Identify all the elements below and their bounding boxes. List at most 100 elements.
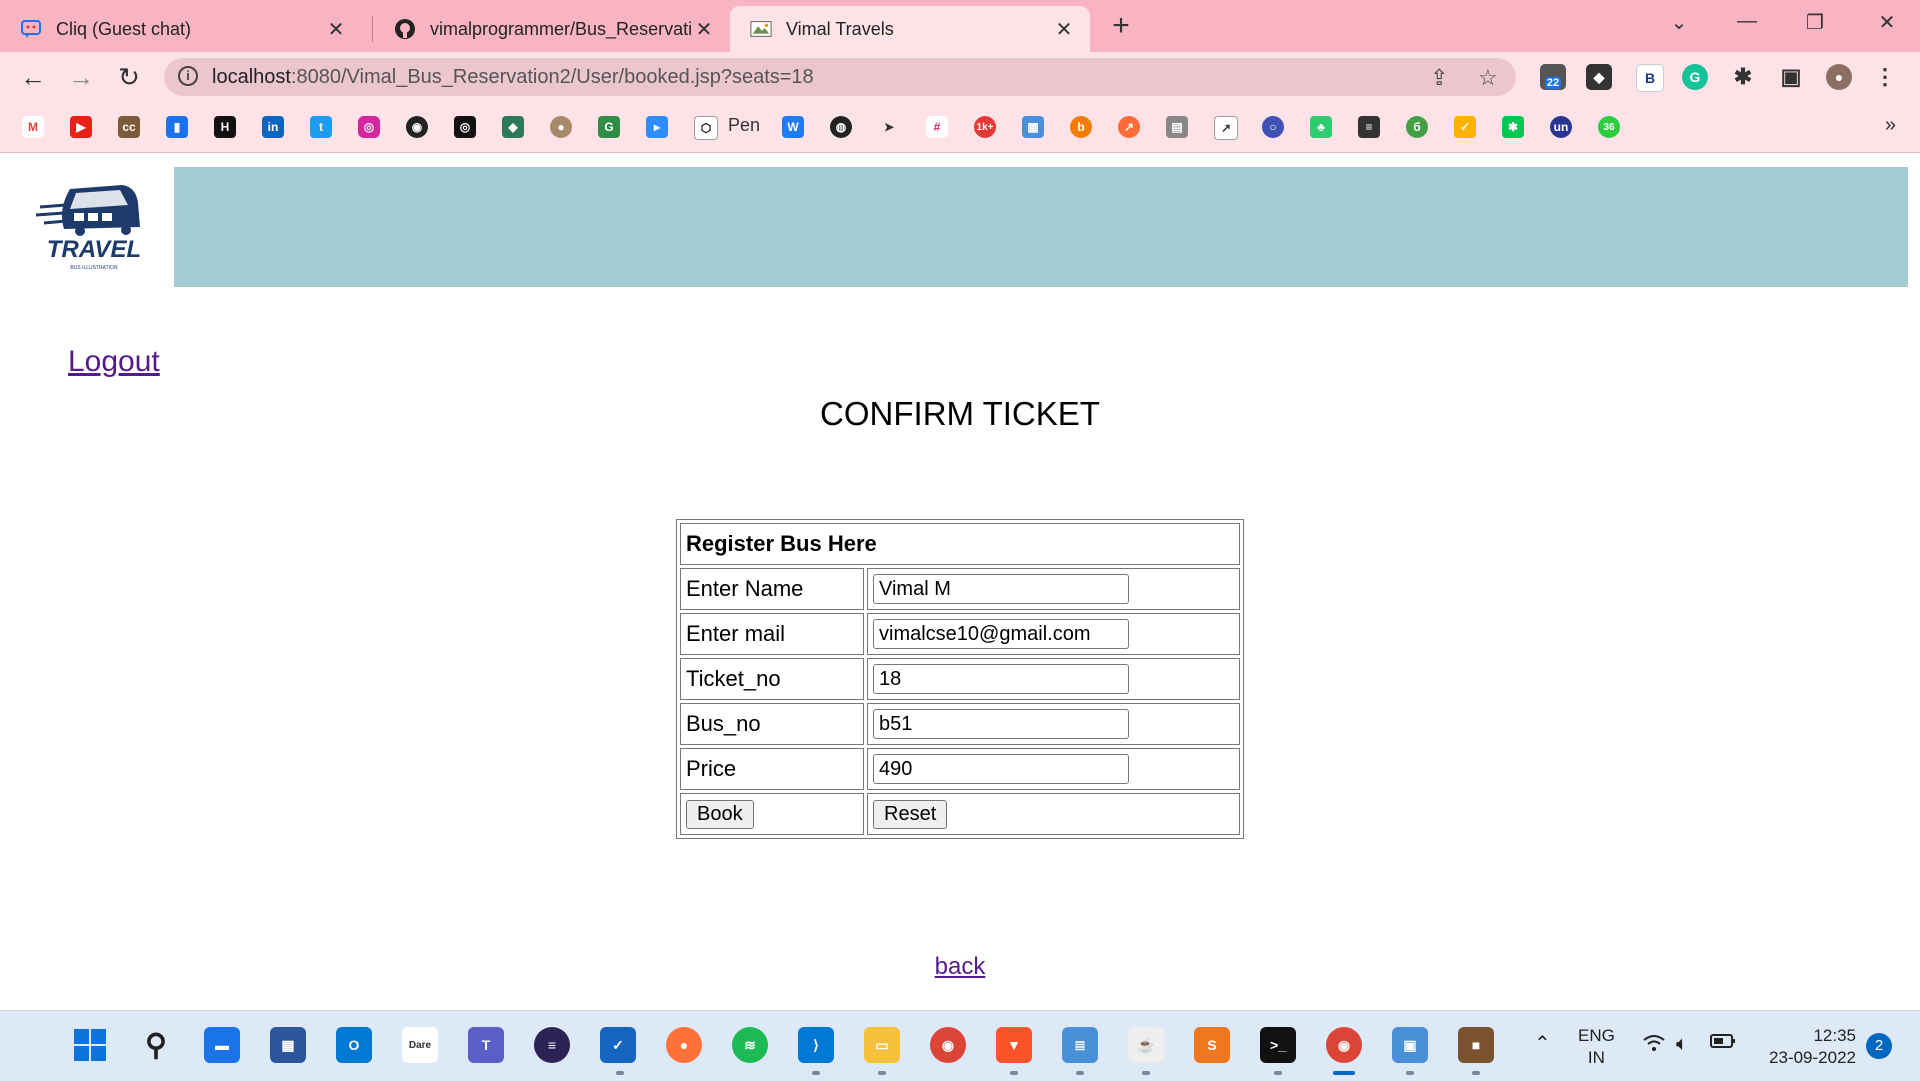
ninja-extension-icon[interactable]: ◆ — [1586, 64, 1612, 90]
tree-icon[interactable]: ♣ — [1310, 116, 1332, 138]
linkedin-icon[interactable]: in — [262, 116, 284, 138]
webflow-icon[interactable]: W — [782, 116, 804, 138]
file-explorer-icon[interactable]: ▭ — [864, 1027, 900, 1063]
notification-badge[interactable]: 2 — [1866, 1033, 1892, 1059]
github-bookmark-icon[interactable]: ◉ — [406, 116, 428, 138]
tick-icon[interactable]: б — [1406, 116, 1428, 138]
wifi-icon[interactable] — [1642, 1033, 1666, 1059]
forward-arrow-icon[interactable]: → — [66, 62, 96, 92]
unacademy-icon[interactable]: un — [1550, 116, 1572, 138]
close-icon[interactable]: ✕ — [1052, 17, 1076, 42]
counter-36-icon[interactable]: 36 — [1598, 116, 1620, 138]
desktop-app-icon[interactable]: ▬ — [204, 1027, 240, 1063]
postman-icon[interactable]: ↗ — [1118, 116, 1140, 138]
tab-cliq[interactable]: Cliq (Guest chat) ✕ — [0, 6, 362, 52]
bookmark-star-icon[interactable]: ☆ — [1478, 65, 1498, 91]
close-icon[interactable]: ✕ — [324, 17, 348, 42]
restore-icon[interactable]: ❐ — [1800, 10, 1830, 35]
reset-button[interactable]: Reset — [873, 799, 948, 829]
certificate-icon[interactable]: ▤ — [1166, 116, 1188, 138]
tab-search-chevron-icon[interactable]: ⌄ — [1664, 10, 1694, 35]
cc-icon[interactable]: cc — [118, 116, 140, 138]
book-button[interactable]: Book — [686, 799, 754, 829]
rocket-icon[interactable]: ✓ — [1454, 116, 1476, 138]
codepen-label[interactable]: Pen — [728, 115, 760, 136]
b-extension-icon[interactable]: B — [1636, 64, 1664, 92]
chrome-profile-icon[interactable]: ◉ — [1326, 1027, 1362, 1063]
circle-icon[interactable]: ○ — [1262, 116, 1284, 138]
java-icon[interactable]: ☕ — [1128, 1027, 1164, 1063]
minecraft-icon[interactable]: ■ — [1458, 1027, 1494, 1063]
language-indicator[interactable]: ENG IN — [1578, 1025, 1615, 1069]
asterisk-icon[interactable]: ✱ — [1502, 116, 1524, 138]
close-window-icon[interactable]: ✕ — [1872, 10, 1902, 35]
share-icon[interactable]: ⇪ — [1430, 65, 1448, 91]
teams-icon[interactable]: T — [468, 1027, 504, 1063]
codechef-icon[interactable]: ◎ — [454, 116, 476, 138]
apps-icon[interactable]: ▦ — [1022, 116, 1044, 138]
youtube-icon[interactable]: ▶ — [70, 116, 92, 138]
new-tab-plus-icon[interactable]: + — [1106, 11, 1136, 41]
minimize-icon[interactable]: — — [1732, 10, 1762, 33]
more-bookmarks-chevron-icon[interactable]: » — [1885, 114, 1896, 137]
firefox-icon[interactable]: ● — [666, 1027, 702, 1063]
clock[interactable]: 12:35 23-09-2022 — [1756, 1025, 1856, 1069]
outlook-icon[interactable]: O — [336, 1027, 372, 1063]
gmail-icon[interactable]: M — [22, 116, 44, 138]
chrome-icon[interactable]: ◉ — [930, 1027, 966, 1063]
search-icon[interactable]: ⚲ — [138, 1027, 174, 1063]
notepad-icon[interactable]: ≣ — [1062, 1027, 1098, 1063]
sublime-icon[interactable]: S — [1194, 1027, 1230, 1063]
address-bar[interactable]: i localhost:8080/Vimal_Bus_Reservation2/… — [164, 58, 1516, 96]
globe-icon[interactable]: ◍ — [830, 116, 852, 138]
telegram-icon[interactable]: ➤ — [878, 116, 900, 138]
tab-github[interactable]: vimalprogrammer/Bus_Reservatio ✕ — [374, 6, 730, 52]
zoom-icon[interactable]: ▸ — [646, 116, 668, 138]
dare2compete-icon[interactable]: Dare — [402, 1027, 438, 1063]
remote-desktop-icon[interactable]: ▣ — [1392, 1027, 1428, 1063]
grammarly-icon[interactable]: G — [1682, 64, 1708, 90]
battery-icon[interactable] — [1710, 1033, 1736, 1055]
logout-link[interactable]: Logout — [68, 345, 160, 379]
eclipse-icon[interactable]: ≡ — [534, 1027, 570, 1063]
email-field[interactable] — [873, 619, 1129, 649]
hackerearth-icon[interactable]: ◆ — [502, 116, 524, 138]
name-field[interactable] — [873, 574, 1129, 604]
hackerrank-icon[interactable]: H — [214, 116, 236, 138]
menu-kebab-icon[interactable]: ⋮ — [1872, 64, 1898, 90]
tab-vimal-travels[interactable]: Vimal Travels ✕ — [730, 6, 1090, 52]
side-panel-icon[interactable]: ▣ — [1778, 64, 1804, 90]
running-indicator — [1142, 1071, 1150, 1075]
price-field[interactable] — [873, 754, 1129, 784]
profile-avatar[interactable]: ● — [1826, 64, 1852, 90]
store-icon[interactable]: ▦ — [270, 1027, 306, 1063]
back-arrow-icon[interactable]: ← — [18, 62, 48, 92]
instagram-icon[interactable]: ◎ — [358, 116, 380, 138]
reload-icon[interactable]: ↻ — [114, 62, 144, 92]
tray-overflow-chevron-icon[interactable]: ⌃ — [1534, 1033, 1551, 1055]
twitter-icon[interactable]: t — [310, 116, 332, 138]
1k-icon[interactable]: 1k+ — [974, 116, 996, 138]
vscode-icon[interactable]: ⟩ — [798, 1027, 834, 1063]
charts-icon[interactable]: ▮ — [166, 116, 188, 138]
spotify-icon[interactable]: ≋ — [732, 1027, 768, 1063]
back-link[interactable]: back — [935, 953, 986, 980]
site-info-icon[interactable]: i — [178, 66, 198, 86]
terminal-icon[interactable]: >_ — [1260, 1027, 1296, 1063]
windows-start-icon[interactable] — [72, 1027, 108, 1063]
codepen-icon[interactable]: ⬡ — [694, 116, 718, 140]
geeksforgeeks-icon[interactable]: G — [598, 116, 620, 138]
whiteboard-icon[interactable]: ✓ — [600, 1027, 636, 1063]
analytics-icon[interactable]: ↗ — [1214, 116, 1238, 140]
extensions-puzzle-icon[interactable]: ✱ — [1730, 64, 1756, 90]
slack-icon[interactable]: # — [926, 116, 948, 138]
ticket-number-field[interactable] — [873, 664, 1129, 694]
brave-icon[interactable]: ▼ — [996, 1027, 1032, 1063]
volume-icon[interactable]: 🔈︎ — [1676, 1033, 1688, 1055]
calendar-extension-icon[interactable]: 22 — [1540, 64, 1566, 90]
blender-icon[interactable]: b — [1070, 116, 1092, 138]
close-icon[interactable]: ✕ — [692, 17, 716, 42]
ruby-icon[interactable]: ≡ — [1358, 116, 1380, 138]
bus-number-field[interactable] — [873, 709, 1129, 739]
ieee-icon[interactable]: ● — [550, 116, 572, 138]
